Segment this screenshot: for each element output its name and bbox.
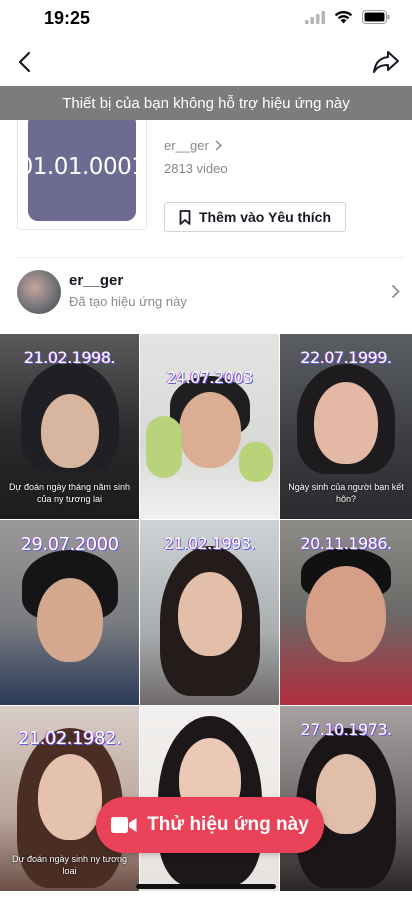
- try-effect-button[interactable]: Thử hiệu ứng này: [96, 797, 324, 853]
- effect-header: 01.01.0001 date er__ger 2813 video Thêm …: [0, 98, 412, 248]
- video-count: 2813 video: [164, 161, 228, 176]
- face-shape: [316, 754, 376, 834]
- try-effect-label: Thử hiệu ứng này: [147, 814, 309, 835]
- share-button[interactable]: [372, 49, 400, 75]
- bookmark-icon: [179, 209, 191, 225]
- creator-subtitle: Đã tạo hiệu ứng này: [69, 294, 187, 309]
- video-thumbnail[interactable]: 21.02.1998. Dự đoán ngày tháng năm sinh …: [0, 334, 139, 519]
- creator-row[interactable]: er__ger Đã tạo hiệu ứng này: [0, 262, 412, 322]
- face-shape: [314, 382, 378, 464]
- video-date-overlay: 22.07.1999.: [300, 348, 392, 367]
- video-date-overlay: 21.02.1982.: [17, 728, 122, 749]
- status-bar: 19:25: [0, 0, 412, 40]
- face-shape: [36, 578, 103, 662]
- effect-creator-link[interactable]: er__ger: [164, 138, 222, 153]
- video-caption: Dự đoán ngày tháng năm sinh của ny tương…: [8, 482, 131, 504]
- video-caption: Dự đoán ngày sinh ny tương loai: [11, 854, 128, 876]
- nav-bar: [0, 42, 412, 82]
- divider: [17, 257, 403, 258]
- video-thumbnail[interactable]: 29.07.2000: [0, 520, 139, 705]
- video-date-overlay: 29.07.2000: [20, 534, 119, 555]
- video-thumbnail[interactable]: 22.07.1999. Ngày sinh của người bạn kết …: [280, 334, 412, 519]
- add-to-favorites-button[interactable]: Thêm vào Yêu thích: [164, 202, 346, 232]
- chevron-right-icon: [391, 284, 400, 299]
- video-date-overlay: 21.02.1993.: [163, 534, 256, 553]
- chevron-right-icon: [215, 140, 222, 151]
- face-shape: [37, 754, 102, 840]
- video-date-overlay: 21.02.1998.: [23, 348, 116, 367]
- cellular-signal-icon: [305, 10, 325, 24]
- home-indicator: [136, 884, 276, 889]
- video-thumbnail[interactable]: 21.02.1993.: [140, 520, 279, 705]
- status-time: 19:25: [44, 8, 91, 28]
- face-shape: [306, 566, 386, 662]
- video-thumbnail[interactable]: 20.11.1986.: [280, 520, 412, 705]
- add-to-favorites-label: Thêm vào Yêu thích: [199, 209, 331, 225]
- effect-creator-name: er__ger: [164, 138, 209, 153]
- battery-icon: [362, 10, 390, 24]
- face-shape: [177, 572, 242, 656]
- back-button[interactable]: [14, 50, 38, 74]
- face-shape: [178, 392, 241, 468]
- status-icons: [305, 10, 390, 24]
- avatar: [17, 270, 61, 314]
- pillow-shape: [239, 442, 273, 482]
- video-date-overlay: 20.11.1986.: [300, 534, 392, 553]
- face-shape: [40, 394, 99, 468]
- back-arrow-icon: [18, 51, 31, 73]
- wifi-icon: [334, 10, 353, 24]
- video-date-overlay: 24.07.2003: [166, 368, 253, 387]
- video-caption: Ngày sinh của người bạn kết hôn?: [288, 482, 404, 504]
- effect-thumbnail-text: 01.01.0001: [18, 154, 146, 180]
- video-camera-icon: [111, 817, 137, 833]
- video-thumbnail[interactable]: 24.07.2003: [140, 334, 279, 519]
- pillow-shape: [146, 416, 182, 478]
- creator-name: er__ger: [69, 272, 124, 289]
- unsupported-device-banner: Thiết bị của bạn không hỗ trợ hiệu ứng n…: [0, 86, 412, 120]
- video-date-overlay: 27.10.1973.: [300, 720, 392, 739]
- effect-thumbnail-image: 01.01.0001: [19, 113, 146, 221]
- share-arrow-icon: [373, 51, 399, 73]
